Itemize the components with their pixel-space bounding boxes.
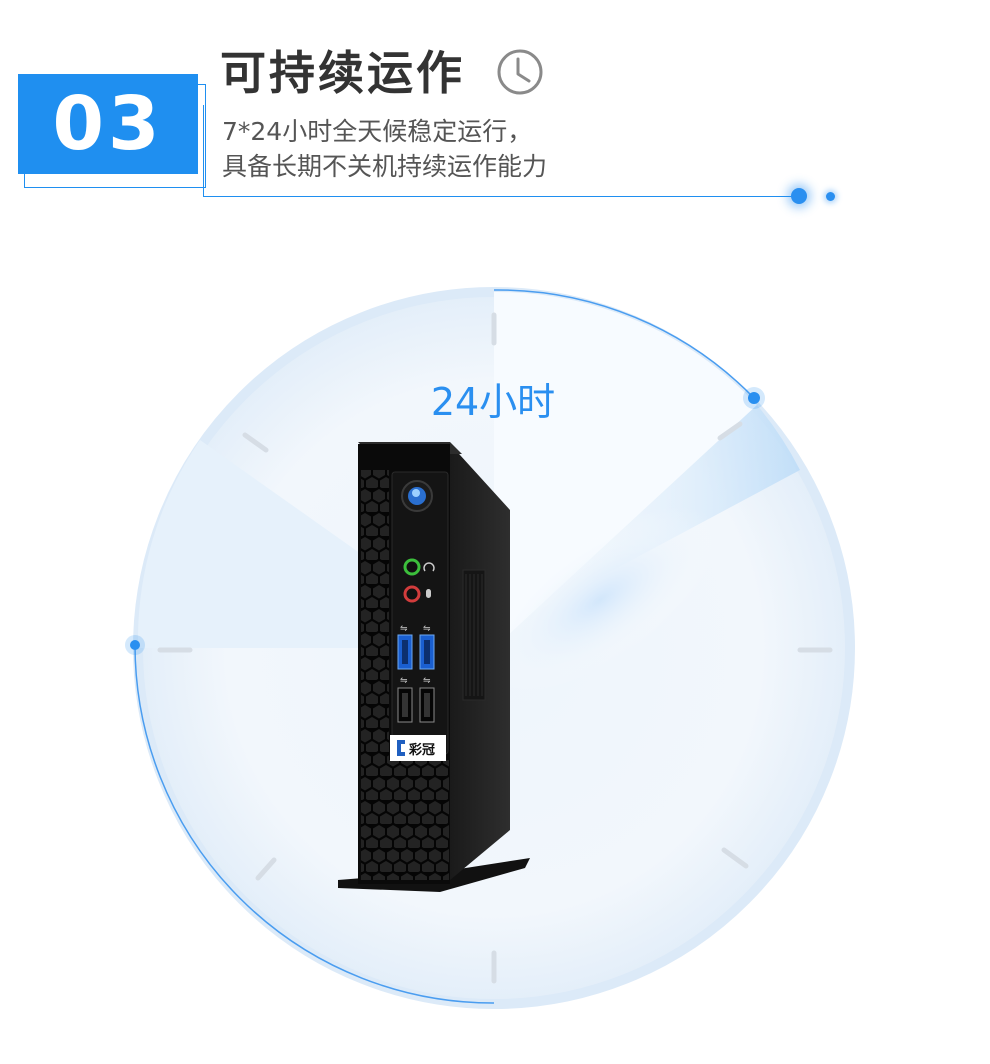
svg-text:⇋: ⇋ [400, 676, 408, 686]
power-button-icon [401, 480, 433, 512]
dial-hours-label: 24小时 [430, 380, 556, 424]
svg-text:⇋: ⇋ [423, 624, 431, 634]
pc-vent-bottom [361, 760, 449, 880]
svg-text:⇋: ⇋ [400, 624, 408, 634]
brand-logo: 彩冠 [390, 735, 446, 761]
brand-logo-text: 彩冠 [408, 742, 435, 758]
mini-pc-image: ⇋ ⇋ ⇋ ⇋ 彩冠 [338, 442, 530, 892]
svg-text:⇋: ⇋ [423, 676, 431, 686]
